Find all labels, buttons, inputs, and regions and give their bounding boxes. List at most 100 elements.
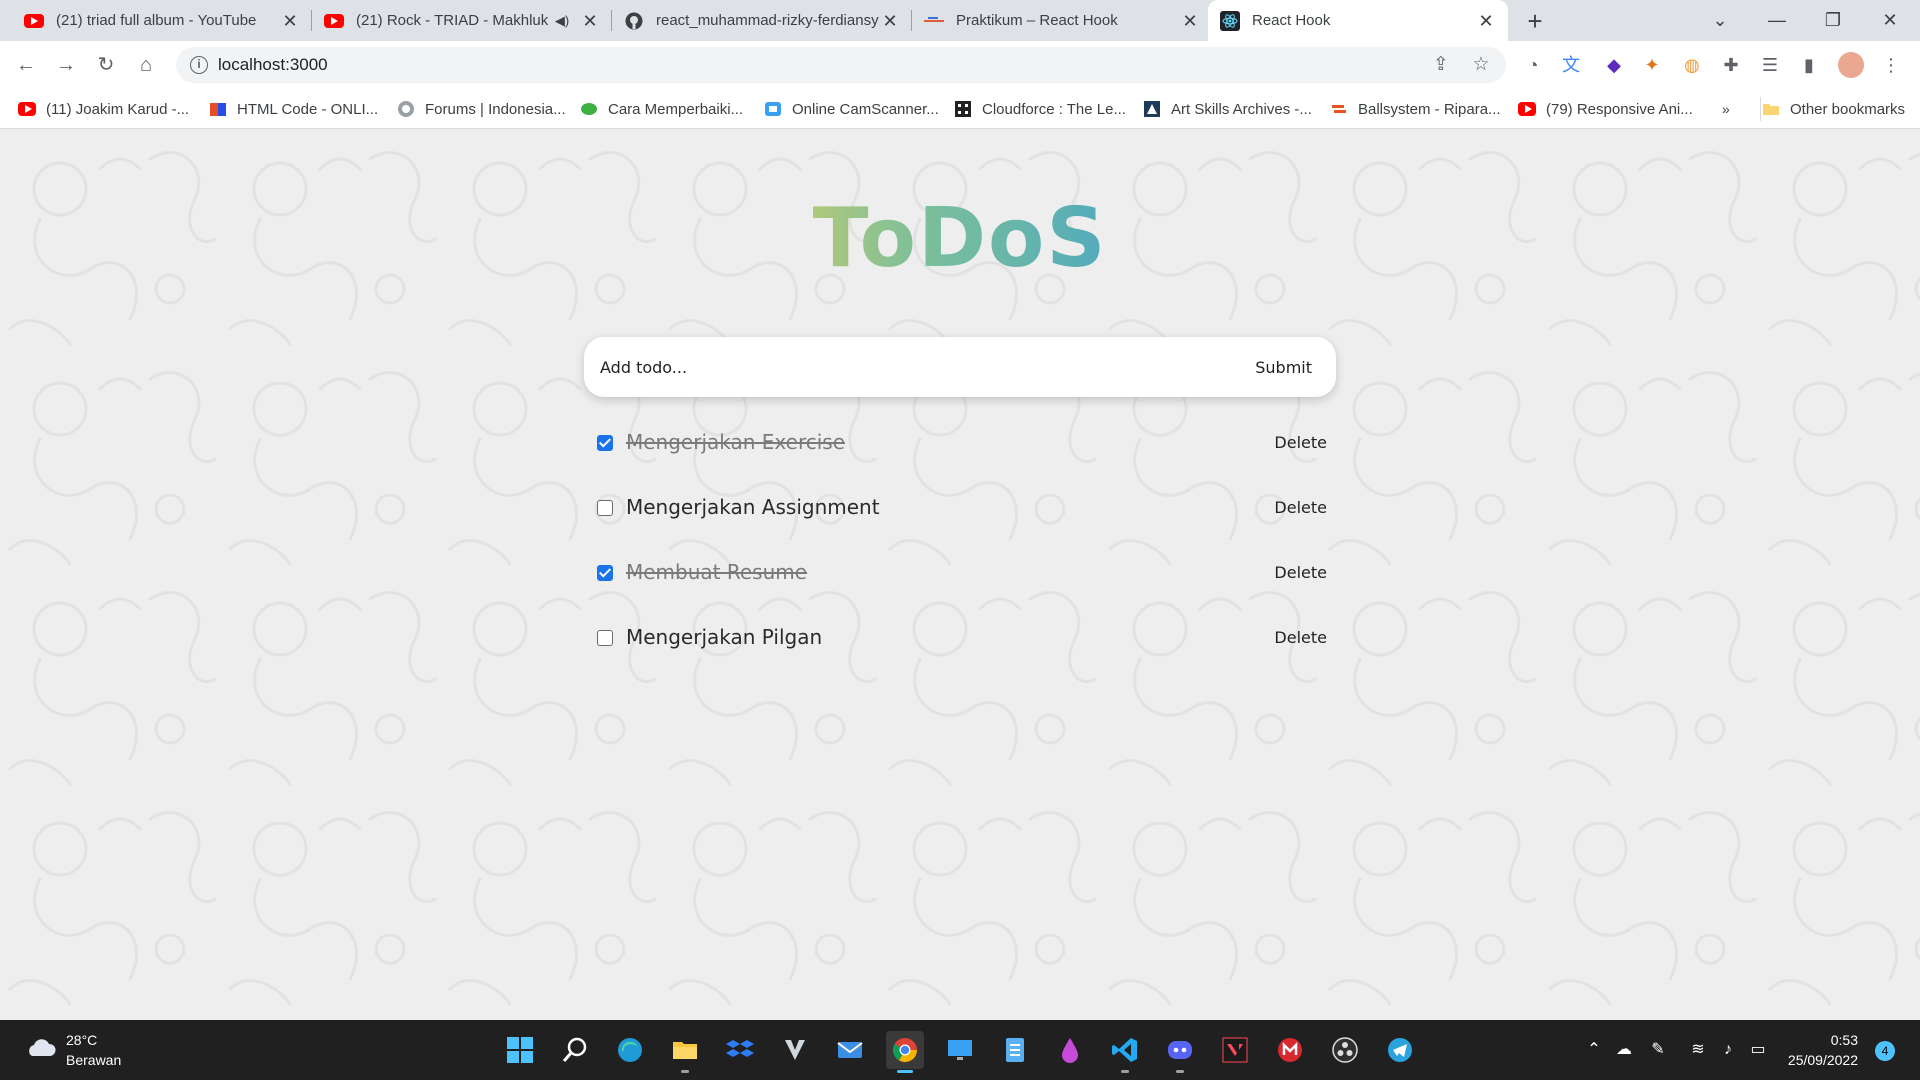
delete-button[interactable]: Delete (1274, 628, 1327, 647)
bookmark-label: Forums | Indonesia... (425, 100, 566, 118)
reading-list-icon[interactable]: ☰ (1757, 52, 1783, 78)
bookmark-label: (11) Joakim Karud -... (46, 100, 190, 118)
url-text[interactable]: localhost:3000 (218, 55, 328, 75)
metamask-icon[interactable]: ✦ (1639, 52, 1665, 78)
edge-icon[interactable] (611, 1031, 649, 1069)
bookmark-label: Cara Memperbaiki... (608, 100, 744, 118)
bookmark-item[interactable]: Cloudforce : The Le... (954, 89, 1126, 129)
volume-icon[interactable]: ♪ (1716, 1038, 1740, 1062)
tab-youtube-triad[interactable]: (21) triad full album - YouTube ✕ (12, 0, 312, 41)
mail-icon[interactable] (831, 1031, 869, 1069)
side-panel-icon[interactable]: ▮ (1796, 52, 1822, 78)
add-todo-input[interactable] (600, 351, 1200, 383)
todo-checkbox[interactable] (597, 500, 613, 516)
onedrive-icon[interactable]: ☁ (1612, 1038, 1636, 1062)
discord-icon[interactable] (1161, 1031, 1199, 1073)
close-icon[interactable]: ✕ (580, 11, 600, 31)
bookmark-item[interactable]: Art Skills Archives -... (1143, 89, 1312, 129)
mega-icon[interactable] (1271, 1031, 1309, 1069)
notepad-icon[interactable] (996, 1031, 1034, 1069)
bookmark-star-icon[interactable]: ☆ (1470, 54, 1492, 76)
clock-time[interactable]: 0:53 (1831, 1032, 1858, 1048)
notification-badge[interactable]: 4 (1875, 1041, 1895, 1061)
extensions-puzzle-icon[interactable]: ✚ (1718, 52, 1744, 78)
close-icon[interactable]: ✕ (280, 11, 300, 31)
chevron-up-icon[interactable]: ⌃ (1582, 1038, 1606, 1062)
forward-icon[interactable]: → (50, 49, 82, 81)
dropbox-icon[interactable] (721, 1031, 759, 1069)
todo-checkbox[interactable] (597, 435, 613, 451)
pen-wifi-icon[interactable]: ✎ (1646, 1038, 1670, 1062)
tab-search-icon[interactable]: ⌄ (1695, 0, 1745, 41)
more-bookmarks-icon[interactable]: » (1722, 89, 1730, 129)
delete-button[interactable]: Delete (1274, 563, 1327, 582)
battery-icon[interactable]: ▭ (1746, 1038, 1770, 1062)
weather-description[interactable]: Berawan (66, 1052, 121, 1068)
bookmark-item[interactable]: Online CamScanner... (764, 89, 939, 129)
tab-github[interactable]: react_muhammad-rizky-ferdiansy ✕ (612, 0, 912, 41)
camscanner-icon (764, 100, 782, 118)
speed-dial-icon[interactable]: ◔ (1520, 52, 1546, 78)
delete-button[interactable]: Delete (1274, 498, 1327, 517)
close-window-button[interactable]: ✕ (1865, 0, 1915, 41)
close-icon[interactable]: ✕ (1476, 11, 1496, 31)
submit-button[interactable]: Submit (1255, 353, 1312, 381)
new-tab-button[interactable]: + (1520, 6, 1550, 36)
bookmark-item[interactable]: (11) Joakim Karud -... (18, 89, 189, 129)
site-info-icon[interactable]: i (190, 56, 208, 74)
todo-text: Membuat Resume (626, 560, 808, 584)
clock-date[interactable]: 25/09/2022 (1788, 1052, 1858, 1068)
telegram-icon[interactable] (1381, 1031, 1419, 1069)
vscode-icon[interactable] (1106, 1031, 1144, 1073)
tab-praktikum[interactable]: Praktikum – React Hook ✕ (912, 0, 1212, 41)
tab-react-hook[interactable]: React Hook ✕ (1208, 0, 1508, 41)
bookmark-item[interactable]: Ballsystem - Ripara... (1330, 89, 1501, 129)
delete-button[interactable]: Delete (1274, 433, 1327, 452)
menu-kebab-icon[interactable]: ⋮ (1878, 52, 1904, 78)
valorant-icon[interactable] (1216, 1031, 1254, 1069)
predator-sense-icon[interactable] (776, 1031, 814, 1069)
remote-desktop-icon[interactable] (941, 1031, 979, 1069)
honey-icon[interactable]: ◍ (1679, 52, 1705, 78)
add-todo-form: Submit (584, 337, 1336, 397)
extension-badge-icon[interactable]: ◆ (1601, 52, 1627, 78)
weather-temperature[interactable]: 28°C (66, 1032, 97, 1048)
avatar[interactable] (1838, 52, 1864, 78)
address-bar[interactable]: i localhost:3000 ⇪ ☆ (176, 47, 1506, 83)
todo-checkbox[interactable] (597, 630, 613, 646)
youtube-icon (18, 100, 36, 118)
bookmark-item[interactable]: Forums | Indonesia... (397, 89, 566, 129)
todo-checkbox[interactable] (597, 565, 613, 581)
search-icon[interactable] (556, 1031, 594, 1069)
close-icon[interactable]: ✕ (1180, 11, 1200, 31)
ball-icon (1330, 100, 1348, 118)
tab-title: React Hook (1252, 12, 1331, 29)
file-explorer-icon[interactable] (666, 1031, 704, 1073)
react-icon (1220, 10, 1240, 31)
back-icon[interactable]: ← (10, 49, 42, 81)
bookmark-item[interactable]: Cara Memperbaiki... (580, 89, 743, 129)
tab-youtube-rock[interactable]: (21) Rock - TRIAD - Makhluk ◀) ✕ (312, 0, 612, 41)
home-icon[interactable]: ⌂ (130, 49, 162, 81)
youtube-icon (324, 11, 344, 31)
youtube-icon (24, 11, 44, 31)
reload-icon[interactable]: ↻ (90, 49, 122, 81)
color-drop-icon[interactable] (1051, 1031, 1089, 1069)
wifi-icon[interactable]: ≋ (1686, 1038, 1710, 1062)
cloud-icon[interactable] (24, 1036, 56, 1058)
chrome-icon[interactable] (886, 1031, 924, 1073)
speaker-icon[interactable]: ◀) (552, 11, 572, 31)
restore-button[interactable]: ❐ (1808, 0, 1858, 41)
translate-icon[interactable]: 文 (1558, 52, 1584, 78)
share-icon[interactable]: ⇪ (1430, 54, 1452, 76)
other-bookmarks[interactable]: Other bookmarks (1762, 89, 1905, 129)
bookmark-item[interactable]: HTML Code - ONLI... (209, 89, 378, 129)
windows-start-icon[interactable] (501, 1031, 539, 1069)
obs-icon[interactable] (1326, 1031, 1364, 1069)
close-icon[interactable]: ✕ (880, 11, 900, 31)
todo-item: Mengerjakan Assignment Delete (597, 488, 1327, 528)
bookmark-item[interactable]: (79) Responsive Ani... (1518, 89, 1693, 129)
page-content: ToDoS Submit Mengerjakan Exercise Delete… (0, 129, 1920, 1020)
bookmark-label: Art Skills Archives -... (1171, 100, 1312, 118)
minimize-button[interactable]: — (1752, 0, 1802, 41)
